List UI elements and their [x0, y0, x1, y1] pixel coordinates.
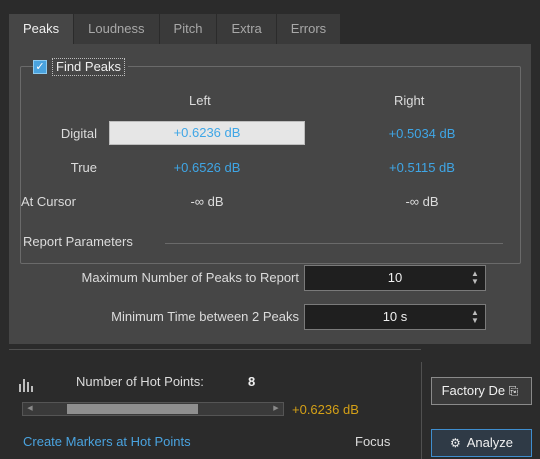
digital-left-value[interactable]: +0.6236 dB — [109, 121, 305, 145]
gears-icon: ⚙ — [450, 436, 461, 450]
digital-right-value: +0.5034 dB — [388, 126, 456, 141]
factory-defaults-button[interactable]: Factory De ⎘ — [431, 377, 532, 405]
min-time-spinbox[interactable]: 10 s ▲ ▼ — [304, 304, 486, 330]
cursor-left-value: -∞ dB — [190, 194, 224, 209]
analyze-button[interactable]: ⚙ Analyze — [431, 429, 532, 457]
hot-point-value: +0.6236 dB — [292, 402, 359, 417]
section-divider — [165, 243, 503, 244]
button-column-divider — [421, 362, 422, 459]
report-parameters-title: Report Parameters — [23, 234, 133, 249]
clipboard-icon: ⎘ — [508, 384, 519, 398]
scroll-right-icon[interactable]: ▶ — [269, 403, 283, 415]
row-label-cursor: At Cursor — [21, 194, 76, 209]
scroll-left-icon[interactable]: ◀ — [23, 403, 37, 415]
true-left-value: +0.6526 dB — [173, 160, 241, 175]
max-peaks-spinbox[interactable]: 10 ▲ ▼ — [304, 265, 486, 291]
tab-bar: Peaks Loudness Pitch Extra Errors — [9, 14, 342, 44]
hot-points-icon — [19, 379, 33, 392]
focus-label[interactable]: Focus — [355, 434, 390, 449]
column-left-header: Left — [189, 93, 211, 108]
analyze-label: Analyze — [466, 435, 513, 450]
tab-errors[interactable]: Errors — [276, 14, 342, 44]
min-time-label: Minimum Time between 2 Peaks — [111, 309, 299, 324]
bottom-divider — [9, 349, 421, 350]
create-markers-link[interactable]: Create Markers at Hot Points — [23, 434, 191, 449]
column-right-header: Right — [394, 93, 425, 108]
hot-points-scrollbar[interactable]: ◀ ▶ — [22, 402, 284, 416]
row-label-true: True — [70, 160, 97, 175]
hot-points-count: 8 — [248, 374, 256, 389]
cursor-right-value: -∞ dB — [405, 194, 439, 209]
scroll-thumb[interactable] — [67, 404, 198, 414]
row-label-digital: Digital — [60, 126, 97, 141]
find-peaks-toggle[interactable]: ✓ Find Peaks — [33, 57, 129, 77]
hot-points-label: Number of Hot Points: — [76, 374, 204, 389]
true-right-value: +0.5115 dB — [389, 160, 455, 175]
tab-extra[interactable]: Extra — [217, 14, 277, 44]
tab-loudness[interactable]: Loudness — [74, 14, 160, 44]
min-time-value: 10 s — [382, 309, 408, 324]
max-peaks-value: 10 — [387, 270, 403, 285]
spin-arrows-icon[interactable]: ▲ ▼ — [471, 309, 479, 325]
tab-pitch[interactable]: Pitch — [159, 14, 218, 44]
checkbox-icon[interactable]: ✓ — [33, 60, 47, 74]
spin-arrows-icon[interactable]: ▲ ▼ — [471, 270, 479, 286]
tab-peaks[interactable]: Peaks — [9, 14, 75, 44]
find-peaks-label: Find Peaks — [52, 58, 126, 76]
max-peaks-label: Maximum Number of Peaks to Report — [81, 270, 299, 285]
factory-defaults-label: Factory De — [441, 383, 506, 398]
peaks-panel: ✓ Find Peaks Left Right Digital +0.6236 … — [9, 44, 531, 344]
